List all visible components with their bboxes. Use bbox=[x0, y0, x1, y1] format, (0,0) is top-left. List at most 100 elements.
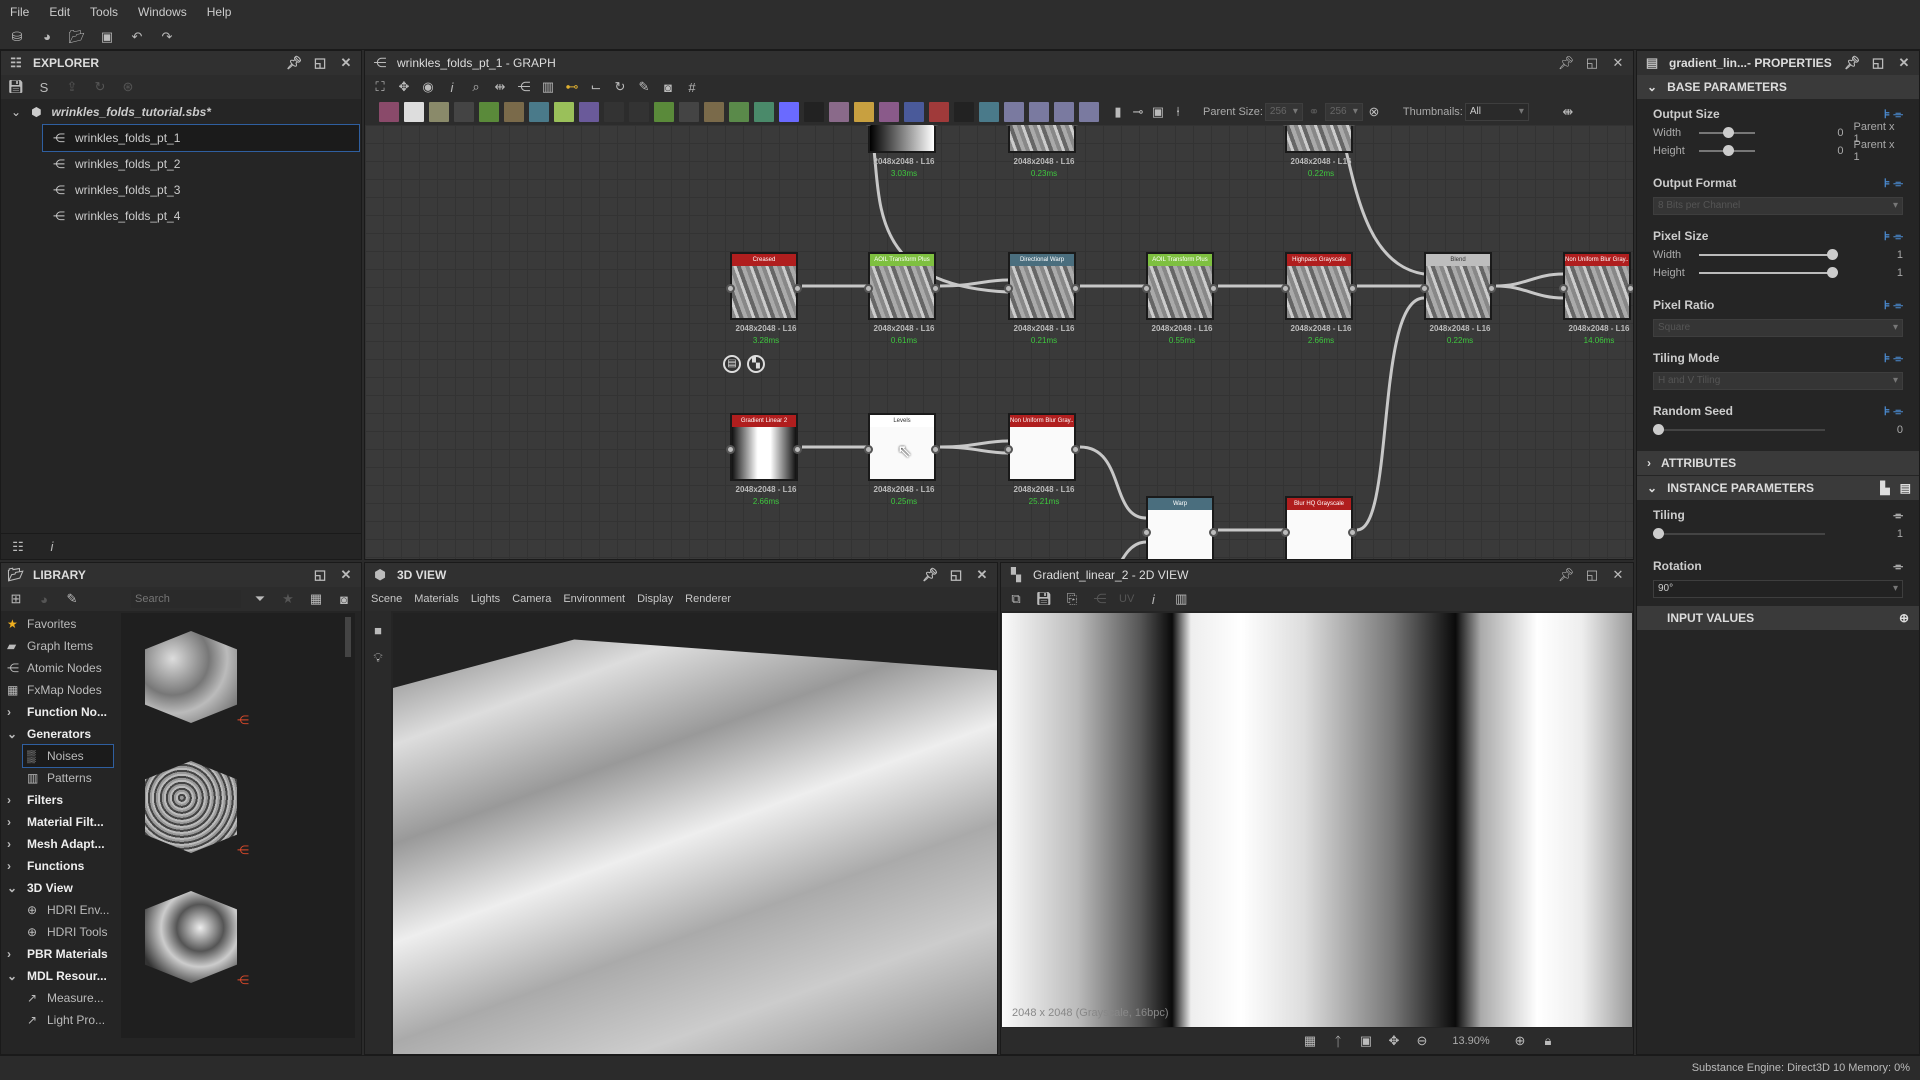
graph-node[interactable]: AOIL Transform Plus 2048x2048 - L16 0.55m… bbox=[1142, 252, 1218, 345]
library-item[interactable]: ⊕ HDRI Env... bbox=[1, 899, 113, 921]
3d-menu-item[interactable]: Display bbox=[637, 593, 673, 605]
library-item[interactable]: ↗ Light Pro... bbox=[1, 1009, 113, 1031]
output-port[interactable] bbox=[1626, 284, 1633, 293]
input-port[interactable] bbox=[1004, 445, 1013, 454]
graph-node[interactable]: Highpass Grayscale 2048x2048 - L16 2.66ms bbox=[1281, 252, 1357, 345]
search-icon[interactable]: ⌕ bbox=[467, 78, 485, 96]
maximize-icon[interactable]: ◱ bbox=[311, 54, 329, 72]
graph-node[interactable]: Blend 2048x2048 - L16 0.22ms bbox=[1420, 252, 1496, 345]
reload-icon[interactable]: ↻ bbox=[91, 78, 109, 96]
tree-icon[interactable]: ☷ bbox=[9, 538, 27, 556]
node-tool-icon[interactable] bbox=[654, 102, 674, 122]
param-options-icon[interactable]: ⊧ ⌯ bbox=[1884, 107, 1903, 122]
node-tool-icon[interactable] bbox=[454, 102, 474, 122]
node-tool-icon[interactable] bbox=[1004, 102, 1024, 122]
maximize-icon[interactable]: ◱ bbox=[1583, 566, 1601, 584]
close-icon[interactable]: ✕ bbox=[1609, 54, 1627, 72]
frame-icon[interactable]: ⛶ bbox=[371, 78, 389, 96]
library-search-input[interactable] bbox=[131, 590, 241, 608]
pixel-ratio-select[interactable]: Square bbox=[1653, 319, 1903, 337]
info-icon[interactable]: i bbox=[443, 78, 461, 96]
random-seed-slider[interactable] bbox=[1653, 424, 1825, 435]
pixel-height-value[interactable]: 1 bbox=[1845, 267, 1903, 279]
input-port[interactable] bbox=[864, 284, 873, 293]
fit-icon[interactable]: ⧉ bbox=[1007, 590, 1025, 608]
menu-edit[interactable]: Edit bbox=[49, 5, 70, 19]
new-folder-icon[interactable]: ⊞ bbox=[7, 590, 25, 608]
pin-icon[interactable]: ⊸ bbox=[1129, 103, 1147, 121]
person-icon[interactable]: ᛏ bbox=[1329, 1032, 1347, 1050]
node-tool-icon[interactable] bbox=[904, 102, 924, 122]
view-mode-icon[interactable]: ▦ bbox=[307, 590, 325, 608]
output-format-select[interactable]: 8 Bits per Channel bbox=[1653, 197, 1903, 215]
node-tool-icon[interactable] bbox=[829, 102, 849, 122]
edit-icon[interactable]: ✎ bbox=[63, 590, 81, 608]
pin-icon[interactable]: 📌︎ bbox=[1557, 566, 1575, 584]
3d-menu-item[interactable]: Environment bbox=[563, 593, 625, 605]
library-item[interactable]: ▦ FxMap Nodes bbox=[1, 679, 113, 701]
grid-icon[interactable]: ▦ bbox=[1301, 1032, 1319, 1050]
3d-menu-item[interactable]: Materials bbox=[414, 593, 459, 605]
3d-menu-item[interactable]: Renderer bbox=[685, 593, 731, 605]
output-height-value[interactable]: 0 bbox=[1765, 145, 1843, 157]
frame-node-icon[interactable]: ▥ bbox=[539, 78, 557, 96]
explorer-graph-item[interactable]: ⋲ wrinkles_folds_pt_3 bbox=[1, 177, 361, 203]
document-icon[interactable]: ▤ bbox=[723, 355, 741, 373]
wrench-icon[interactable]: ✎ bbox=[635, 78, 653, 96]
graph-node[interactable]: Directional Warp 2048x2048 - L16 0.21ms bbox=[1004, 252, 1080, 345]
scrollbar[interactable] bbox=[345, 617, 351, 657]
input-port[interactable] bbox=[1142, 528, 1151, 537]
node-tool-icon[interactable] bbox=[529, 102, 549, 122]
library-item[interactable]: › Material Filt... bbox=[1, 811, 113, 833]
node-tool-icon[interactable] bbox=[779, 102, 799, 122]
input-port[interactable] bbox=[1142, 284, 1151, 293]
node-tool-icon[interactable] bbox=[979, 102, 999, 122]
section-attributes[interactable]: › ATTRIBUTES bbox=[1637, 451, 1919, 475]
node-tool-icon[interactable] bbox=[729, 102, 749, 122]
param-options-icon[interactable]: ⊧ ⌯ bbox=[1884, 298, 1903, 313]
node-tool-icon[interactable] bbox=[404, 102, 424, 122]
graph-node[interactable]: 2048x2048 - L16 0.22ms bbox=[1281, 125, 1357, 178]
close-icon[interactable]: ✕ bbox=[337, 54, 355, 72]
graph-node[interactable]: Gradient Linear 2 2048x2048 - L16 2.66ms bbox=[726, 413, 802, 506]
library-item[interactable]: ★ Favorites bbox=[1, 613, 113, 635]
pin-icon[interactable]: 📌︎ bbox=[1557, 54, 1575, 72]
noise-thumbnail[interactable] bbox=[145, 761, 237, 853]
undo-icon[interactable]: ↶ bbox=[128, 28, 146, 46]
graph-node[interactable]: Blur HQ Grayscale 2048x2048 - L163.04ms bbox=[1281, 496, 1357, 559]
info-icon[interactable]: i bbox=[43, 538, 61, 556]
parent-size-width[interactable]: 256 bbox=[1264, 103, 1303, 121]
library-item[interactable]: › Functions bbox=[1, 855, 113, 877]
node-tool-icon[interactable] bbox=[554, 102, 574, 122]
section-instance-parameters[interactable]: ⌄ INSTANCE PARAMETERS ▙ ▤ bbox=[1637, 476, 1919, 500]
pixel-height-slider[interactable] bbox=[1699, 267, 1838, 278]
add-icon[interactable]: ⊕ bbox=[1899, 611, 1909, 625]
input-port[interactable] bbox=[1004, 284, 1013, 293]
section-base-parameters[interactable]: ⌄ BASE PARAMETERS bbox=[1637, 75, 1919, 99]
add-icon[interactable]: ◕ bbox=[35, 590, 53, 608]
node-tool-icon[interactable] bbox=[629, 102, 649, 122]
output-port[interactable] bbox=[1487, 284, 1496, 293]
maximize-icon[interactable]: ◱ bbox=[947, 566, 965, 584]
output-port[interactable] bbox=[1348, 284, 1357, 293]
lock-icon[interactable]: 🔒︎ bbox=[1539, 1032, 1557, 1050]
close-icon[interactable]: ✕ bbox=[973, 566, 991, 584]
output-port[interactable] bbox=[1209, 528, 1218, 537]
maximize-icon[interactable]: ◱ bbox=[1583, 54, 1601, 72]
tile-icon[interactable]: ▣ bbox=[1357, 1032, 1375, 1050]
library-item[interactable]: ⌄ Generators bbox=[1, 723, 113, 745]
menu-tools[interactable]: Tools bbox=[90, 5, 118, 19]
node-tool-icon[interactable] bbox=[804, 102, 824, 122]
param-options-icon[interactable]: ⊧ ⌯ bbox=[1884, 351, 1903, 366]
input-port[interactable] bbox=[864, 445, 873, 454]
open-folder-icon[interactable]: 📂︎ bbox=[68, 28, 86, 46]
tiling-slider[interactable] bbox=[1653, 528, 1825, 539]
share-icon[interactable]: ⋲ bbox=[515, 78, 533, 96]
pin-icon[interactable]: 📌︎ bbox=[921, 566, 939, 584]
parent-size-height[interactable]: 256 bbox=[1324, 103, 1363, 121]
param-options-icon[interactable]: ⌯ bbox=[1893, 559, 1903, 574]
node-tool-icon[interactable] bbox=[1029, 102, 1049, 122]
grid-snap-icon[interactable]: # bbox=[683, 78, 701, 96]
filter-icon[interactable]: ⏷ bbox=[251, 590, 269, 608]
comment-icon[interactable]: ▮ bbox=[1109, 103, 1127, 121]
